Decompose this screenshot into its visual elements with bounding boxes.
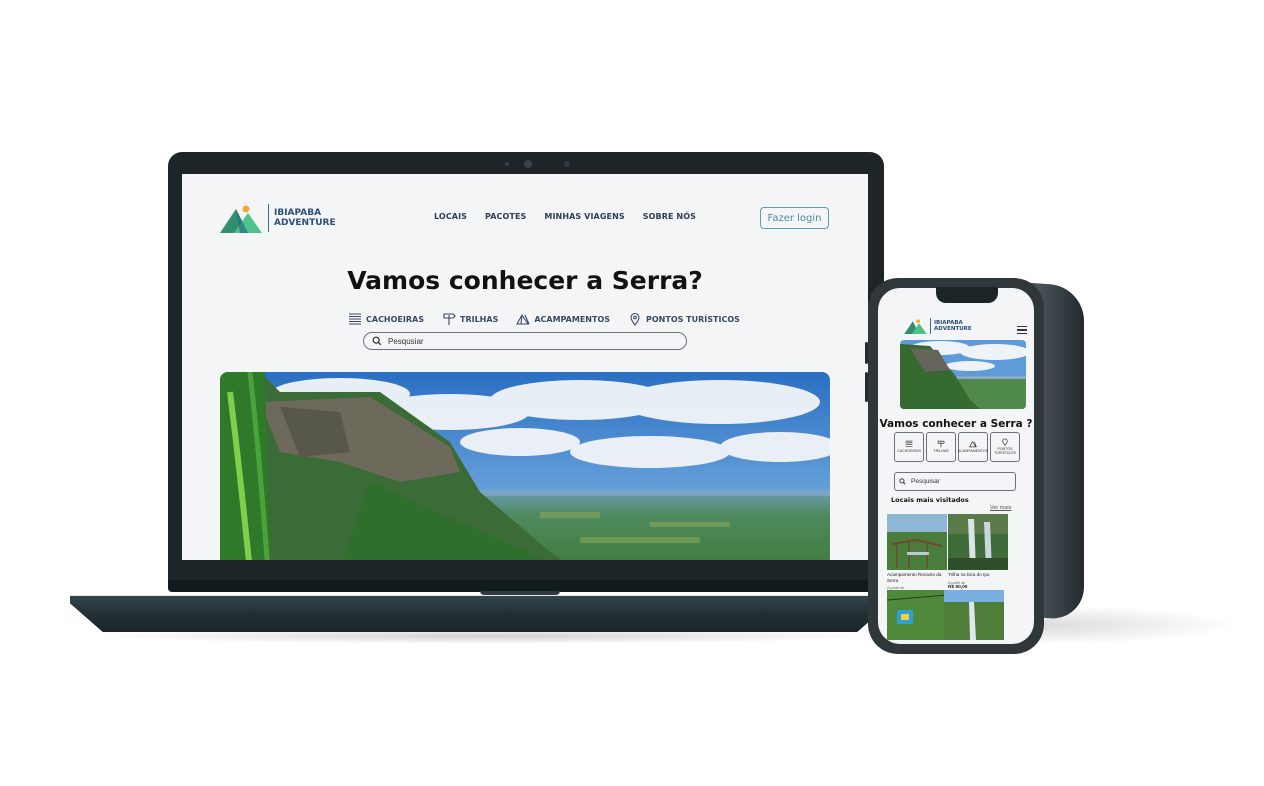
waterfall-icon [349, 313, 361, 325]
tent-icon [516, 313, 530, 325]
category-label: CACHOEIRAS [366, 314, 424, 324]
waterfall-icon [905, 440, 913, 447]
phone-button [865, 372, 868, 402]
category-acampamentos[interactable]: ACAMPAMENTOS [516, 312, 610, 326]
category-cachoeiras[interactable]: CACHOEIRAS [894, 432, 924, 462]
place-card-image[interactable] [887, 590, 947, 640]
place-card-image [948, 514, 1008, 570]
laptop-sensor [564, 161, 570, 167]
search-icon [372, 336, 382, 346]
phone-button [865, 342, 868, 364]
page-title: Vamos conhecer a Serra ? [879, 418, 1033, 430]
category-filters: CACHOEIRAS TRILHAS ACAMPAMENTOS PONTOS T… [348, 312, 740, 326]
nav-minhas-viagens[interactable]: MINHAS VIAGENS [544, 212, 624, 221]
mobile-website: IBIAPABA ADVENTURE Vamos conhecer a Serr… [878, 288, 1034, 644]
brand-logo[interactable]: IBIAPABA ADVENTURE [220, 203, 336, 233]
phone-notch [936, 287, 998, 303]
map-pin-icon [630, 312, 640, 326]
place-card-name: Trilha na bica do Ipu [948, 572, 990, 577]
mockup-stage: IBIAPABA ADVENTURE LOCAIS PACOTES MINHAS… [0, 0, 1264, 786]
signpost-icon [443, 313, 456, 325]
brand-name: IBIAPABA ADVENTURE [274, 208, 336, 229]
category-acampamentos[interactable]: ACAMPAMENTOS [958, 432, 988, 462]
map-pin-icon [1002, 438, 1008, 447]
category-label: PONTOS TURÍSTICOS [994, 447, 1016, 455]
hero-landscape-image [220, 372, 830, 560]
section-title: Locais mais visitados [891, 496, 969, 504]
category-pontos-turisticos[interactable]: PONTOS TURÍSTICOS [990, 432, 1020, 462]
see-more-link[interactable]: Ver mais [990, 505, 1011, 511]
laptop-sensor [505, 162, 509, 166]
search-icon [899, 478, 906, 485]
laptop-base [70, 595, 890, 632]
nav-locais[interactable]: LOCAIS [434, 212, 467, 221]
search-placeholder: Pesquisar [911, 478, 940, 485]
hero-landscape-image [900, 340, 1026, 409]
category-label: CACHOEIRAS [897, 449, 921, 454]
laptop-camera [524, 160, 532, 168]
category-pontos-turisticos[interactable]: PONTOS TURÍSTICOS [628, 312, 740, 326]
page-title: Vamos conhecer a Serra? [347, 266, 703, 295]
search-input[interactable]: Pesqusiar [363, 332, 687, 350]
brand-line-1: IBIAPABA [274, 207, 322, 218]
place-card-image[interactable] [944, 590, 1004, 640]
category-trilhas[interactable]: TRILHAS [926, 432, 956, 462]
brand-line-2: ADVENTURE [274, 218, 336, 228]
category-label: TRILHAS [933, 449, 949, 454]
place-card-name: Acampamento Recanto da Serra [887, 572, 942, 583]
category-label: PONTOS TURÍSTICOS [646, 314, 740, 324]
desktop-website: IBIAPABA ADVENTURE LOCAIS PACOTES MINHAS… [182, 174, 868, 560]
brand-logo[interactable]: IBIAPABA ADVENTURE [904, 318, 972, 334]
brand-line-2: ADVENTURE [934, 326, 972, 332]
place-card-image [887, 514, 947, 570]
category-label: TRILHAS [459, 314, 499, 324]
search-input[interactable]: Pesquisar [894, 472, 1016, 491]
brand-name: IBIAPABA ADVENTURE [934, 320, 972, 333]
desktop-header: IBIAPABA ADVENTURE LOCAIS PACOTES MINHAS… [182, 174, 868, 262]
mountain-logo-icon [904, 318, 928, 334]
nav-pacotes[interactable]: PACOTES [485, 212, 526, 221]
logo-divider [268, 204, 269, 232]
search-placeholder: Pesqusiar [388, 336, 424, 346]
nav-sobre-nos[interactable]: SOBRE NÓS [643, 212, 696, 221]
category-cachoeiras[interactable]: CACHOEIRAS [348, 312, 424, 326]
category-trilhas[interactable]: TRILHAS [442, 312, 498, 326]
login-button[interactable]: Fazer login [760, 207, 829, 229]
category-label: ACAMPAMENTOS [957, 449, 989, 454]
category-label: ACAMPAMENTOS [534, 314, 611, 324]
place-card[interactable]: Acampamento Recanto da Serra A partir de… [887, 514, 947, 595]
signpost-icon [937, 440, 945, 448]
place-card[interactable]: Trilha na bica do Ipu A partir de R$ 50,… [948, 514, 1008, 590]
main-nav: LOCAIS PACOTES MINHAS VIAGENS SOBRE NÓS [434, 212, 696, 221]
mountain-logo-icon [220, 203, 264, 233]
tent-icon [969, 441, 977, 448]
laptop-opening-notch [480, 591, 560, 595]
place-card-price: R$ 50,00 [948, 584, 968, 590]
logo-divider [930, 318, 931, 334]
category-filters: CACHOEIRAS TRILHAS ACAMPAMENTOS PONTOS T… [894, 432, 1020, 462]
hamburger-menu-icon[interactable] [1017, 326, 1027, 336]
